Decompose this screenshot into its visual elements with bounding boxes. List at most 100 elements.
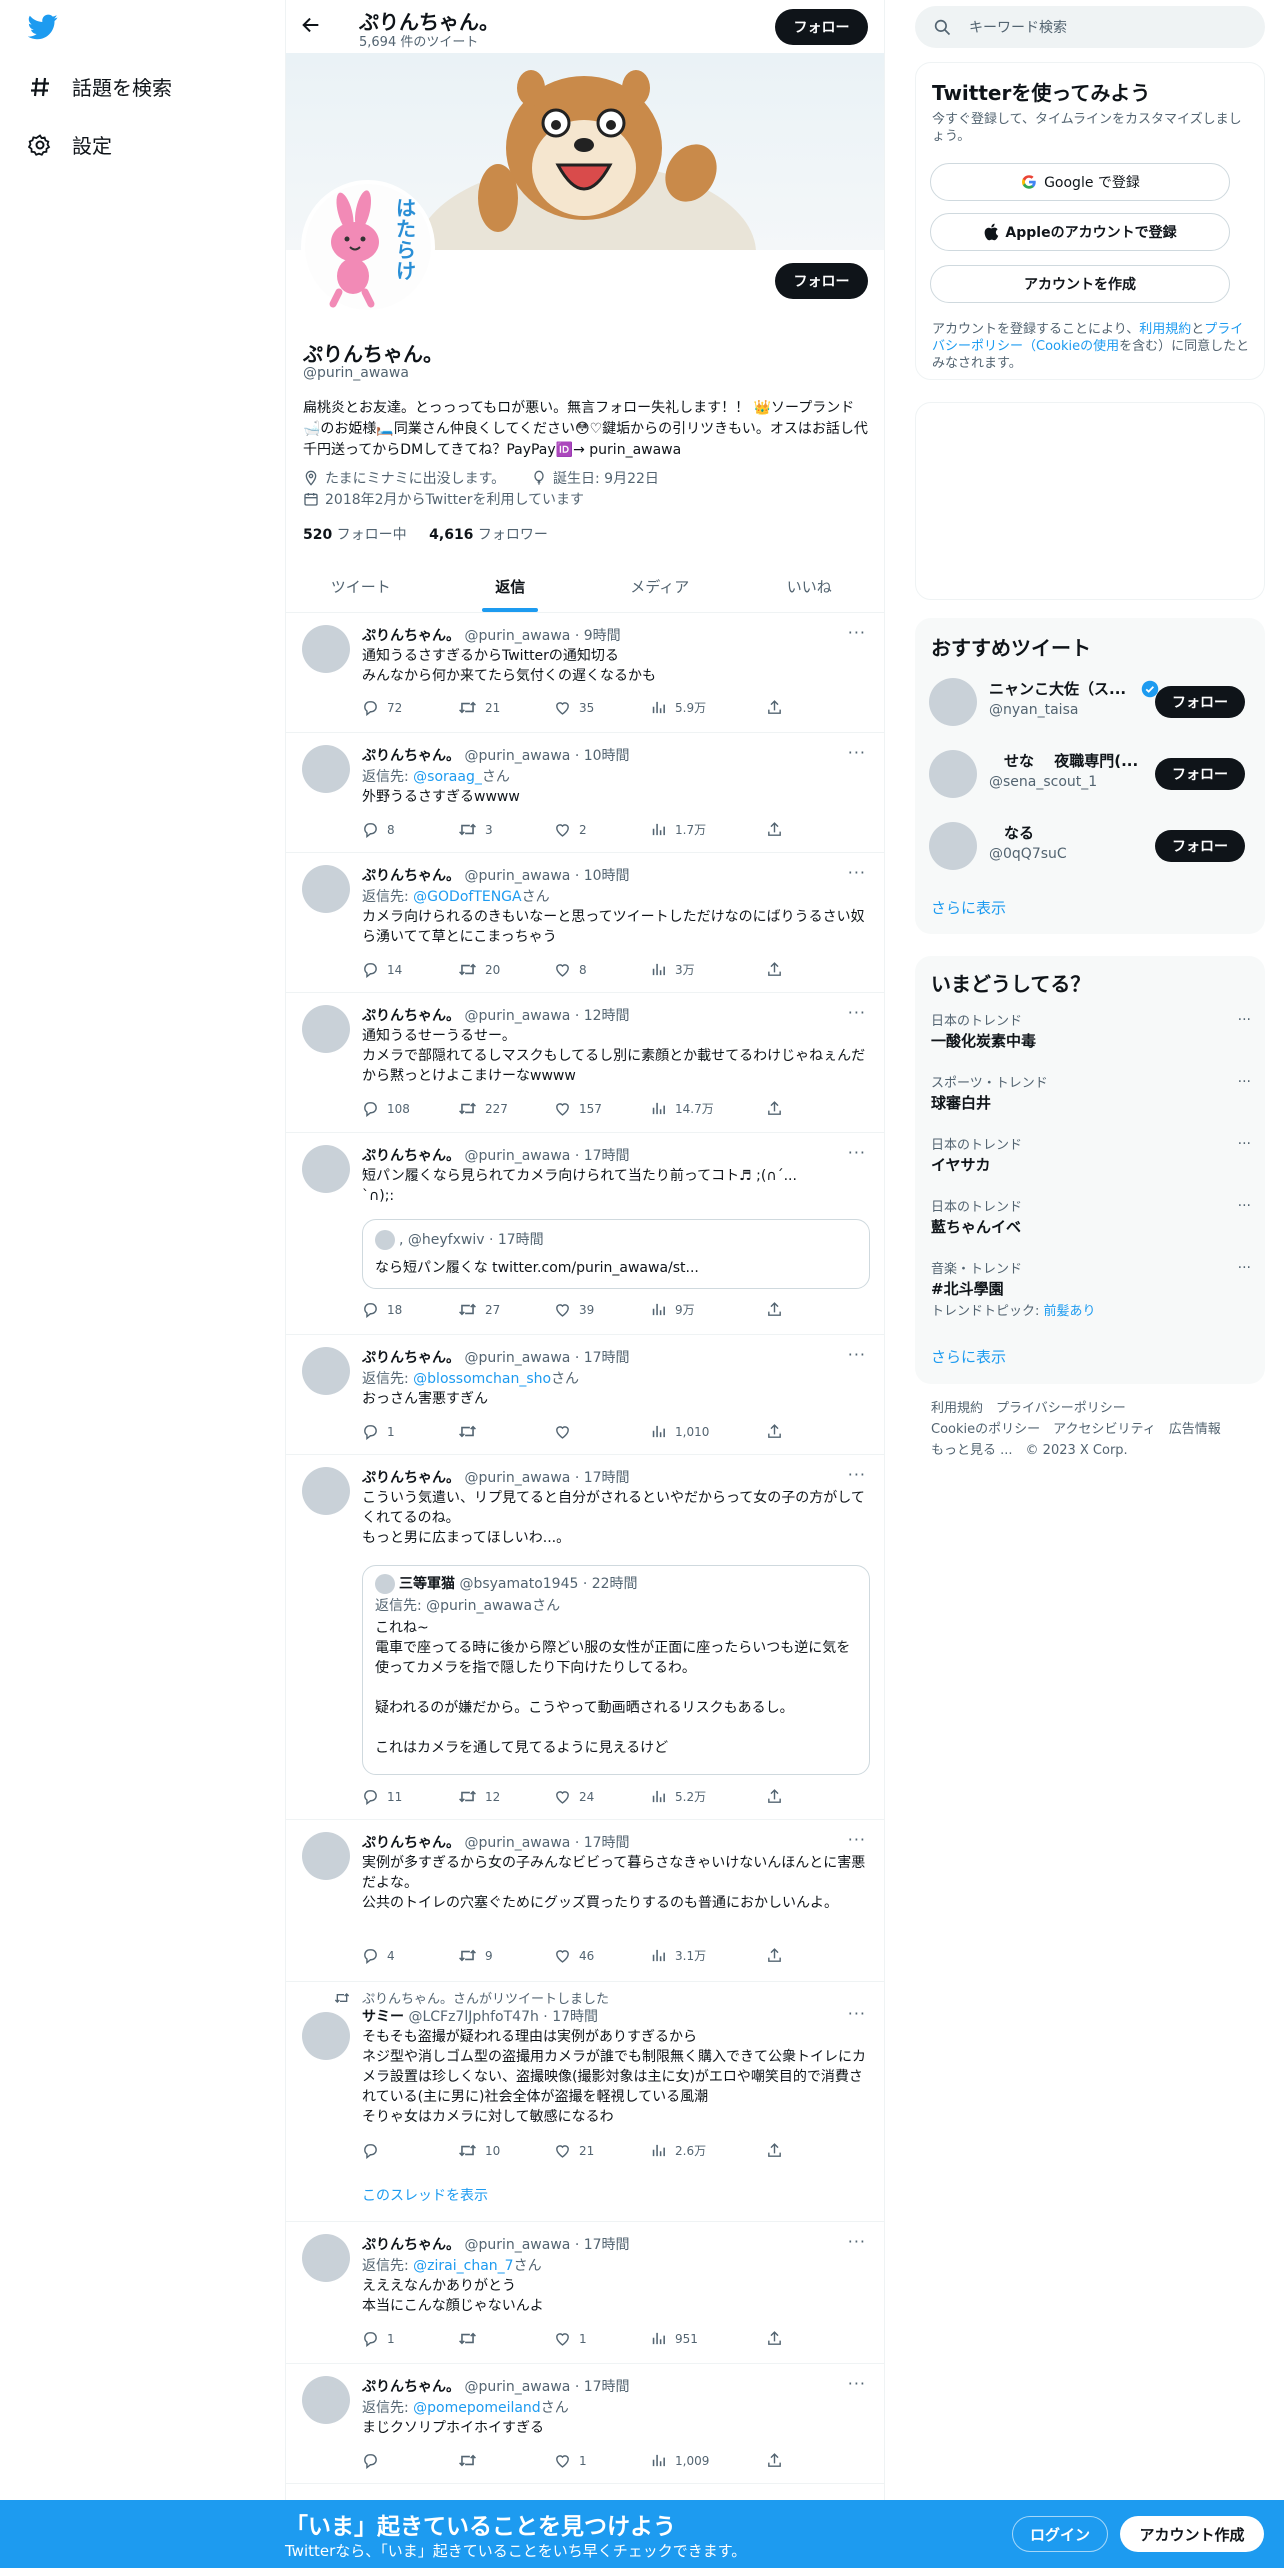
like-button[interactable]: 1 (554, 2452, 587, 2469)
rec-avatar[interactable] (929, 822, 977, 870)
followers-link[interactable]: 4,616 フォロワー (429, 527, 548, 543)
show-thread-link[interactable]: このスレッドを表示 (362, 2185, 488, 2205)
tweet[interactable]: ぷりんちゃん。 @purin_awawa · 12時間 ··· 通知うるせーうる… (286, 993, 884, 1133)
views-button[interactable]: 3.1万 (650, 1947, 706, 1964)
retweet-button[interactable]: 227 (458, 1100, 508, 1117)
nav-explore[interactable]: 話題を検索 (28, 72, 172, 101)
retweet-button[interactable]: 10 (458, 2142, 500, 2159)
twitter-logo-icon[interactable] (28, 14, 58, 40)
rec-name[interactable]: ニャンこ大佐（ス... (989, 678, 1139, 699)
reply-to-link[interactable]: @GODofTENGA (413, 889, 521, 905)
trend-item[interactable]: 日本のトレンド 藍ちゃんイベ ··· (931, 1196, 1251, 1256)
tweet[interactable]: ぷりんちゃん。 @purin_awawa · 17時間 ··· 返信先: @zi… (286, 2222, 884, 2364)
tweet[interactable]: ぷりんちゃん。 @purin_awawa · 10時間 ··· 返信先: @so… (286, 733, 884, 853)
tweet-avatar[interactable] (302, 2376, 350, 2424)
more-options-icon[interactable]: ··· (848, 863, 866, 882)
tweet-avatar[interactable] (302, 1347, 350, 1395)
reply-to-link[interactable]: @pomepomeiland (413, 2400, 541, 2416)
reply-to-link[interactable]: @zirai_chan_7 (413, 2258, 513, 2274)
terms-link[interactable]: 利用規約 (1139, 322, 1191, 337)
share-button[interactable] (766, 821, 783, 838)
tweet[interactable]: ぷりんちゃん。さんがリツイートしました サミー @LCFz7lJphfoT47h… (286, 1982, 884, 2222)
views-button[interactable]: 951 (650, 2330, 698, 2347)
nav-settings[interactable]: 設定 (28, 130, 112, 159)
apple-signup-button[interactable]: Appleのアカウントで登録 (930, 213, 1230, 251)
more-options-icon[interactable]: ··· (848, 2004, 866, 2023)
tab-tweets[interactable]: ツイート (286, 560, 436, 612)
footer-ads[interactable]: 広告情報 (1169, 1422, 1221, 1437)
trend-more-icon[interactable]: ··· (1238, 1012, 1251, 1028)
tweet-author-name[interactable]: ぷりんちゃん。 (362, 2237, 460, 2253)
like-button[interactable] (554, 1423, 579, 1440)
tweet-avatar[interactable] (302, 745, 350, 793)
like-button[interactable]: 46 (554, 1947, 594, 1964)
recommended-account[interactable]: ニャンこ大佐（ス... @nyan_taisa フォロー (929, 674, 1249, 732)
like-button[interactable]: 8 (554, 961, 587, 978)
rec-name[interactable]: せな 夜職専門(... (989, 750, 1139, 771)
profile-avatar[interactable]: はたらけ (301, 180, 435, 314)
following-link[interactable]: 520 フォロー中 (303, 527, 407, 543)
views-button[interactable]: 1,010 (650, 1423, 709, 1440)
tweet-avatar[interactable] (302, 1005, 350, 1053)
tweet-author-name[interactable]: ぷりんちゃん。 (362, 1008, 460, 1024)
tweet-author-name[interactable]: ぷりんちゃん。 (362, 2379, 460, 2395)
tweet-avatar[interactable] (302, 2234, 350, 2282)
retweet-button[interactable]: 21 (458, 699, 500, 716)
rec-follow-button[interactable]: フォロー (1155, 830, 1245, 862)
reply-button[interactable]: 18 (362, 1301, 402, 1318)
share-button[interactable] (766, 961, 783, 978)
back-arrow-icon[interactable] (300, 14, 322, 36)
rec-name[interactable]: なる (989, 822, 1139, 843)
tweet-avatar[interactable] (302, 1145, 350, 1193)
tweet-author-name[interactable]: サミー (362, 2009, 404, 2025)
header-follow-button[interactable]: フォロー (775, 9, 868, 45)
trend-item[interactable]: 日本のトレンド 一酸化炭素中毒 ··· (931, 1010, 1251, 1070)
retweet-button[interactable]: 12 (458, 1788, 500, 1805)
rec-follow-button[interactable]: フォロー (1155, 686, 1245, 718)
views-button[interactable]: 5.2万 (650, 1788, 706, 1805)
rec-avatar[interactable] (929, 678, 977, 726)
tweet[interactable]: ぷりんちゃん。 @purin_awawa · 17時間 ··· 実例が多すぎるか… (286, 1820, 884, 1982)
reply-button[interactable] (362, 2452, 387, 2469)
trend-topic-link[interactable]: 前髪あり (1044, 1304, 1096, 1319)
rec-avatar[interactable] (929, 750, 977, 798)
footer-cookie[interactable]: Cookieのポリシー (931, 1422, 1040, 1437)
reply-button[interactable]: 8 (362, 821, 395, 838)
tweet-author-name[interactable]: ぷりんちゃん。 (362, 1470, 460, 1486)
more-options-icon[interactable]: ··· (848, 1143, 866, 1162)
reply-button[interactable]: 4 (362, 1947, 395, 1964)
recommended-account[interactable]: なる @0qQ7suC フォロー (929, 818, 1249, 876)
reply-button[interactable]: 1 (362, 1423, 395, 1440)
tweet-author-name[interactable]: ぷりんちゃん。 (362, 1835, 460, 1851)
like-button[interactable]: 157 (554, 1100, 602, 1117)
more-options-icon[interactable]: ··· (848, 2374, 866, 2393)
tweet-avatar[interactable] (302, 865, 350, 913)
more-options-icon[interactable]: ··· (848, 1003, 866, 1022)
recommended-show-more[interactable]: さらに表示 (931, 897, 1006, 918)
trend-more-icon[interactable]: ··· (1238, 1074, 1251, 1090)
trend-more-icon[interactable]: ··· (1238, 1198, 1251, 1214)
trends-show-more[interactable]: さらに表示 (931, 1346, 1006, 1367)
share-button[interactable] (766, 1947, 783, 1964)
like-button[interactable]: 2 (554, 821, 587, 838)
tweet-avatar[interactable] (302, 1467, 350, 1515)
more-options-icon[interactable]: ··· (848, 1465, 866, 1484)
tweet[interactable]: ぷりんちゃん。 @purin_awawa · 17時間 ··· 短パン履くなら見… (286, 1133, 884, 1335)
profile-follow-button[interactable]: フォロー (775, 263, 868, 299)
retweet-button[interactable]: 9 (458, 1947, 493, 1964)
signup-button[interactable]: アカウント作成 (1120, 2516, 1264, 2552)
views-button[interactable]: 9万 (650, 1301, 695, 1318)
more-options-icon[interactable]: ··· (848, 743, 866, 762)
footer-more[interactable]: もっと見る ... (931, 1443, 1013, 1458)
tweet-author-name[interactable]: ぷりんちゃん。 (362, 628, 460, 644)
reply-to-link[interactable]: @soraag_ (413, 769, 482, 785)
retweet-button[interactable]: 3 (458, 821, 493, 838)
share-button[interactable] (766, 1788, 783, 1805)
rec-follow-button[interactable]: フォロー (1155, 758, 1245, 790)
tab-media[interactable]: メディア (585, 560, 735, 612)
reply-button[interactable]: 72 (362, 699, 402, 716)
share-button[interactable] (766, 2142, 783, 2159)
like-button[interactable]: 21 (554, 2142, 594, 2159)
like-button[interactable]: 39 (554, 1301, 594, 1318)
more-options-icon[interactable]: ··· (848, 2232, 866, 2251)
